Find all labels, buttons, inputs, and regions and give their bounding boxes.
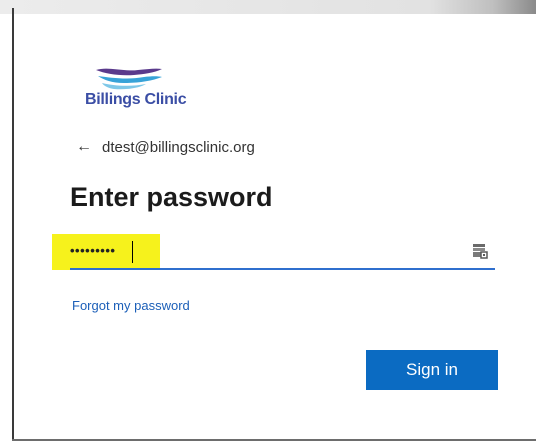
- reveal-password-icon[interactable]: [471, 242, 489, 260]
- password-masked-value: •••••••••: [70, 243, 116, 258]
- text-caret: [132, 241, 133, 263]
- logo-text: Billings Clinic: [85, 91, 187, 108]
- identity-banner[interactable]: ← dtest@billingsclinic.org: [76, 136, 255, 158]
- billings-clinic-logo: Billings Clinic: [82, 66, 202, 116]
- page-title: Enter password: [70, 182, 273, 212]
- logo-wave-icon: [96, 68, 162, 90]
- password-input[interactable]: •••••••••: [70, 238, 495, 270]
- identity-email: dtest@billingsclinic.org: [102, 138, 255, 156]
- forgot-password-link[interactable]: Forgot my password: [72, 298, 190, 313]
- window-top-strip: [0, 0, 536, 14]
- login-window: Billings Clinic ← dtest@billingsclinic.o…: [0, 0, 536, 445]
- window-bottom-border: [12, 439, 536, 441]
- sign-in-button[interactable]: Sign in: [366, 350, 498, 390]
- back-arrow-icon[interactable]: ←: [76, 139, 92, 155]
